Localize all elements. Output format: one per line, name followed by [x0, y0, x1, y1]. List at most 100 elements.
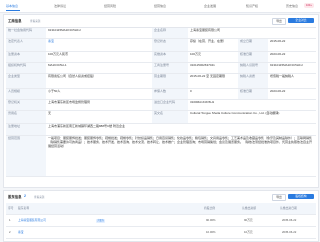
info-row: 注册资本 100万元人民币 实缴资本 100万元 核准日期 2023-06-22 [6, 52, 316, 63]
info-value: 3100MA1K3C5H1 [190, 100, 215, 104]
info-label: 进出口企业代码 [152, 100, 188, 110]
info-value: 2023-06-22 [270, 52, 286, 56]
address-value[interactable]: 上海市浦东新区南汇新城镇环湖西二路888号C楼 附近企业 [46, 124, 316, 135]
shareholder-title: 股东信息 [8, 195, 22, 199]
info-label: 成立日期 [238, 39, 268, 51]
col-header: 认缴出资额 [242, 206, 256, 210]
tab-operations[interactable]: 经营信息 [154, 2, 166, 10]
info-row: 企业类型 有限责任公司（自然人投资或控股） 营业期限 2015-06-22 至 … [6, 74, 316, 89]
shareholder-table: 序号 股东名称 持股比例 认缴出资额 认缴出资日期 1 上海塞宝服装有限公司 大… [6, 203, 316, 239]
info-value: Cultural Tongue Sheila Culture Communica… [190, 111, 280, 115]
info-label: 登记机关 [6, 100, 46, 110]
info-value: 小于50人 [48, 89, 61, 93]
info-value: 增值税一般纳税人 [270, 74, 295, 78]
info-label: 工商注册号 [152, 63, 188, 73]
info-label: 经营范围 [6, 136, 46, 176]
shareholder-count: 2 [24, 194, 26, 198]
info-value: 100万元 [190, 52, 202, 56]
shareholder-source-link[interactable]: 查看来源 [34, 195, 44, 199]
date-value: 2035-06-22 [282, 230, 297, 234]
business-info-header: 工商信息 查看来源 导出 企业对比 [4, 15, 318, 26]
history-count-badge: 100+ [304, 3, 314, 8]
info-value: 91310115MA1K3C5H1U [48, 28, 81, 32]
info-label: 实缴资本 [152, 52, 188, 62]
info-value: 91310115MA1K3C5H1U [270, 63, 303, 67]
export-button[interactable]: 导出 [272, 18, 286, 25]
business-info-panel: 工商信息 查看来源 导出 企业对比 统一社会信用代码 91310115MA1K3… [3, 14, 319, 188]
info-row: 曾用名 无 英文名 Cultural Tongue Sheila Culture… [6, 111, 316, 124]
info-row: 注册地址 上海市浦东新区南汇新城镇环湖西二路888号C楼 附近企业 [6, 124, 316, 136]
major-shareholder-tag: 大股东 [96, 219, 106, 223]
info-row: 经营范围 一般项目：服装服饰批发；服装服饰零售；鞋帽批发；鞋帽零售；针纺织品销售… [6, 136, 316, 177]
tab-legal[interactable]: 法律诉讼 [54, 2, 66, 10]
info-label: 法定代表人 [6, 39, 46, 51]
info-label: 核准日期 [238, 52, 268, 62]
info-value: 2015-06-22 至 无固定期限 [190, 74, 226, 78]
info-value: 0 [190, 89, 192, 93]
info-value: 310115002637041 [190, 63, 215, 67]
active-tab-indicator [6, 10, 20, 11]
col-header: 持股比例 [204, 206, 216, 210]
ratio-value: 10.00% [206, 230, 216, 234]
shareholder-name-link[interactable]: 上海塞宝服装有限公司 [18, 218, 46, 222]
info-value: 2015-06-22 [270, 39, 286, 43]
amount-value: 90万元 [244, 218, 253, 222]
info-label: 参保人数 [152, 89, 188, 99]
info-value: 2023-06-22 [270, 89, 286, 93]
business-info-source-link[interactable]: 查看来源 [30, 19, 40, 23]
tab-basic-info[interactable]: 基本信息 [6, 2, 18, 10]
info-label: 纳税人识别号 [238, 63, 268, 73]
info-label: 企业类型 [6, 74, 46, 88]
info-row: 组织机构代码 MA1K3C5H-1 工商注册号 310115002637041 … [6, 63, 316, 74]
section-tabs: 基本信息 法律诉讼 经营风险 经营信息 企业发展 知识产权 历史信息 100+ [0, 0, 320, 13]
equity-structure-button[interactable]: 股权结构 [288, 194, 314, 199]
info-value: 上海市浦东新区市场监督管理局 [48, 100, 91, 104]
info-label: 注册地址 [6, 124, 46, 135]
shareholder-name-link[interactable]: 塞宝 [18, 230, 24, 234]
info-label: 注册资本 [6, 52, 46, 62]
info-label: 登记状态 [152, 39, 188, 51]
tab-history[interactable]: 历史信息 [286, 2, 298, 10]
date-value: 2035-06-22 [282, 218, 297, 222]
info-row: 登记机关 上海市浦东新区市场监督管理局 进出口企业代码 3100MA1K3C5H… [6, 100, 316, 111]
info-value: 无 [48, 111, 52, 115]
info-row: 法定代表人 塞宝 登记状态 存续（在营、开业、在册） 成立日期 2015-06-… [6, 39, 316, 52]
col-header: 认缴出资日期 [280, 206, 297, 210]
col-header: 股东名称 [18, 206, 30, 210]
info-value: 存续（在营、开业、在册） [190, 39, 227, 43]
shareholder-header: 股东信息 2 查看来源 导出 股权结构 [4, 191, 318, 202]
ratio-value: 90.00% [206, 218, 216, 222]
info-row: 统一社会信用代码 91310115MA1K3C5H1U 企业名称 上海塞宝服装有… [6, 28, 316, 39]
business-info-grid: 统一社会信用代码 91310115MA1K3C5H1U 企业名称 上海塞宝服装有… [6, 27, 316, 177]
info-label: 组织机构代码 [6, 63, 46, 73]
col-header: 序号 [8, 206, 14, 210]
shareholder-export-button[interactable]: 导出 [272, 194, 286, 201]
legal-rep-link[interactable]: 塞宝 [46, 39, 152, 51]
tab-risk[interactable]: 经营风险 [104, 2, 116, 10]
info-value: MA1K3C5H-1 [48, 63, 67, 67]
info-label: 统一社会信用代码 [6, 28, 46, 38]
shareholder-panel: 股东信息 2 查看来源 导出 股权结构 序号 股东名称 持股比例 认缴出资额 认… [3, 190, 319, 242]
tab-development[interactable]: 企业发展 [204, 2, 216, 10]
info-label: 核准日期 [238, 89, 268, 99]
info-label: 纳税人资质 [238, 74, 268, 88]
info-value: 上海塞宝服装有限公司 [190, 28, 221, 32]
business-scope-value: 一般项目：服装服饰批发；服装服饰零售；鞋帽批发；鞋帽零售；针纺织品销售；日用百货… [48, 136, 313, 148]
info-label: 英文名 [152, 111, 188, 123]
info-label: 曾用名 [6, 111, 46, 123]
amount-value: 10万元 [244, 230, 253, 234]
compare-button[interactable]: 企业对比 [288, 18, 314, 23]
business-info-title: 工商信息 [8, 19, 22, 23]
info-row: 人员规模 小于50人 参保人数 0 核准日期 2023-06-22 [6, 89, 316, 100]
info-value: 100万元人民币 [48, 52, 69, 56]
tab-ip[interactable]: 知识产权 [246, 2, 258, 10]
info-label: 企业名称 [152, 28, 188, 38]
info-value: 有限责任公司（自然人投资或控股） [48, 74, 97, 78]
info-label: 人员规模 [6, 89, 46, 99]
info-label: 营业期限 [152, 74, 188, 88]
table-row: 2 塞宝 10.00% 10万元 2035-06-22 [6, 227, 316, 239]
table-row: 1 上海塞宝服装有限公司 大股东 90.00% 90万元 2035-06-22 [6, 215, 316, 227]
row-index: 2 [9, 230, 11, 234]
table-header: 序号 股东名称 持股比例 认缴出资额 认缴出资日期 [6, 203, 316, 215]
row-index: 1 [9, 218, 11, 222]
